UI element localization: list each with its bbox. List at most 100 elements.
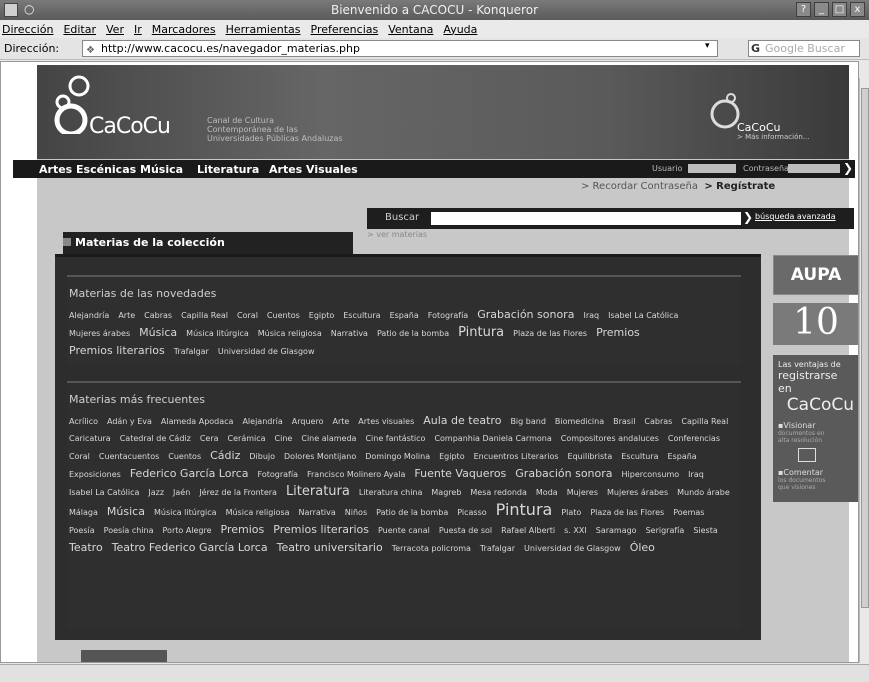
- tag-link[interactable]: Poesía: [69, 522, 95, 539]
- tag-link[interactable]: Mujeres árabes: [69, 325, 130, 342]
- tag-link[interactable]: Cabras: [644, 413, 672, 430]
- menu-editar[interactable]: Editar: [63, 23, 96, 36]
- tag-link[interactable]: Mesa redonda: [470, 484, 527, 501]
- recordar-link[interactable]: > Recordar Contraseña: [581, 181, 698, 192]
- tag-link[interactable]: Moda: [536, 484, 558, 501]
- menu-preferencias[interactable]: Preferencias: [311, 23, 379, 36]
- tag-link[interactable]: Teatro Federico García Lorca: [112, 539, 268, 556]
- ten-banner[interactable]: 10: [773, 303, 858, 345]
- tag-link[interactable]: Iraq: [688, 466, 704, 483]
- tag-link[interactable]: Cine fantástico: [365, 430, 425, 447]
- ver-materias-link[interactable]: > ver materias: [367, 230, 427, 239]
- tag-link[interactable]: Poesía china: [104, 522, 154, 539]
- tag-link[interactable]: Pintura: [496, 501, 553, 518]
- tag-link[interactable]: Compositores andaluces: [561, 430, 659, 447]
- tag-link[interactable]: Fuente Vaqueros: [414, 465, 506, 482]
- tag-link[interactable]: Málaga: [69, 504, 98, 521]
- ventajas-banner[interactable]: Las ventajas de registrarse en CaCoCu ▪V…: [773, 355, 858, 502]
- close-button[interactable]: x: [850, 2, 865, 17]
- tag-link[interactable]: Exposiciones: [69, 466, 121, 483]
- tag-link[interactable]: Iraq: [583, 307, 599, 324]
- tag-link[interactable]: Terracota policroma: [392, 540, 471, 557]
- vertical-scrollbar[interactable]: [859, 78, 869, 663]
- tag-link[interactable]: Jérez de la Frontera: [199, 484, 277, 501]
- tag-link[interactable]: Catedral de Cádiz: [120, 430, 191, 447]
- tag-link[interactable]: Siesta: [693, 522, 717, 539]
- mas-informacion-link[interactable]: > Más información...: [737, 133, 809, 141]
- tag-link[interactable]: Rafael Alberti: [501, 522, 555, 539]
- minimize-button[interactable]: _: [814, 2, 829, 17]
- site-logo[interactable]: CaCoCu: [89, 114, 171, 139]
- tag-link[interactable]: Cuentos: [267, 307, 300, 324]
- url-dropdown-icon[interactable]: ▾: [705, 41, 710, 51]
- tag-link[interactable]: Coral: [237, 307, 258, 324]
- aupa-banner[interactable]: AUPA: [773, 255, 858, 295]
- tag-link[interactable]: Cuentos: [168, 448, 201, 465]
- tag-link[interactable]: Alejandría: [69, 307, 109, 324]
- menu-ayuda[interactable]: Ayuda: [443, 23, 477, 36]
- tag-link[interactable]: Jazz: [148, 484, 164, 501]
- menu-ver[interactable]: Ver: [106, 23, 124, 36]
- tag-link[interactable]: Cádiz: [210, 447, 240, 464]
- tag-link[interactable]: Música litúrgica: [186, 325, 249, 342]
- scrollbar-thumb[interactable]: [861, 88, 869, 608]
- tag-link[interactable]: Porto Alegre: [163, 522, 212, 539]
- tag-link[interactable]: Puente canal: [378, 522, 430, 539]
- tag-link[interactable]: Cine: [275, 430, 293, 447]
- tag-link[interactable]: Premios: [596, 324, 640, 341]
- tag-link[interactable]: Magreb: [431, 484, 461, 501]
- tag-link[interactable]: Arquero: [292, 413, 324, 430]
- tag-link[interactable]: Capilla Real: [181, 307, 228, 324]
- tag-link[interactable]: Puesta de sol: [439, 522, 492, 539]
- tag-link[interactable]: Artes visuales: [358, 413, 414, 430]
- title-bar[interactable]: ○ Bienvenido a CACOCU - Konqueror ? _ □ …: [0, 0, 869, 20]
- menu-ir[interactable]: Ir: [134, 23, 142, 36]
- search-input[interactable]: [431, 212, 741, 225]
- tag-link[interactable]: Óleo: [630, 539, 655, 556]
- menu-direccion[interactable]: Dirección: [2, 23, 53, 36]
- tag-link[interactable]: Isabel La Católica: [69, 484, 139, 501]
- tag-link[interactable]: Plaza de las Flores: [513, 325, 587, 342]
- tag-link[interactable]: Música religiosa: [258, 325, 322, 342]
- nav-literatura[interactable]: Literatura: [197, 163, 259, 176]
- tag-link[interactable]: Literatura china: [359, 484, 423, 501]
- tag-link[interactable]: Biomedicina: [555, 413, 604, 430]
- tag-link[interactable]: Cerámica: [228, 430, 266, 447]
- tag-link[interactable]: Premios literarios: [273, 521, 369, 538]
- tag-link[interactable]: Universidad de Glasgow: [524, 540, 621, 557]
- tag-link[interactable]: Mundo árabe: [677, 484, 730, 501]
- tag-link[interactable]: Arte: [118, 307, 135, 324]
- tag-link[interactable]: Plaza de las Flores: [590, 504, 664, 521]
- tag-link[interactable]: Universidad de Glasgow: [218, 343, 315, 360]
- menu-ventana[interactable]: Ventana: [388, 23, 433, 36]
- tag-link[interactable]: Narrativa: [331, 325, 368, 342]
- usuario-input[interactable]: [688, 164, 736, 173]
- tag-link[interactable]: Grabación sonora: [477, 306, 574, 323]
- tag-link[interactable]: s. XXI: [564, 522, 587, 539]
- tag-link[interactable]: Poemas: [673, 504, 704, 521]
- tag-link[interactable]: Big band: [510, 413, 545, 430]
- tag-link[interactable]: Federico García Lorca: [130, 465, 249, 482]
- tag-link[interactable]: Egipto: [309, 307, 334, 324]
- tag-link[interactable]: Encuentros Literarios: [474, 448, 559, 465]
- help-button[interactable]: ?: [796, 2, 811, 17]
- tag-link[interactable]: Teatro universitario: [277, 539, 383, 556]
- tag-link[interactable]: Mujeres: [567, 484, 598, 501]
- tag-link[interactable]: Literatura: [286, 483, 350, 500]
- tag-link[interactable]: Grabación sonora: [515, 465, 612, 482]
- tag-link[interactable]: Plato: [561, 504, 581, 521]
- nav-artes-escenicas[interactable]: Artes Escénicas: [39, 163, 136, 176]
- tag-link[interactable]: Conferencias: [668, 430, 720, 447]
- registrate-link[interactable]: > Regístrate: [704, 181, 775, 192]
- tag-link[interactable]: Premios literarios: [69, 342, 165, 359]
- tag-link[interactable]: Serigrafía: [646, 522, 685, 539]
- tag-link[interactable]: Premios: [221, 521, 265, 538]
- tag-link[interactable]: Isabel La Católica: [608, 307, 678, 324]
- tag-link[interactable]: Narrativa: [299, 504, 336, 521]
- tag-link[interactable]: Teatro: [69, 539, 103, 556]
- tag-link[interactable]: Música: [107, 503, 145, 520]
- tag-link[interactable]: Egipto: [439, 448, 464, 465]
- tag-link[interactable]: España: [390, 307, 419, 324]
- tag-link[interactable]: Domingo Molina: [365, 448, 430, 465]
- maximize-button[interactable]: □: [832, 2, 847, 17]
